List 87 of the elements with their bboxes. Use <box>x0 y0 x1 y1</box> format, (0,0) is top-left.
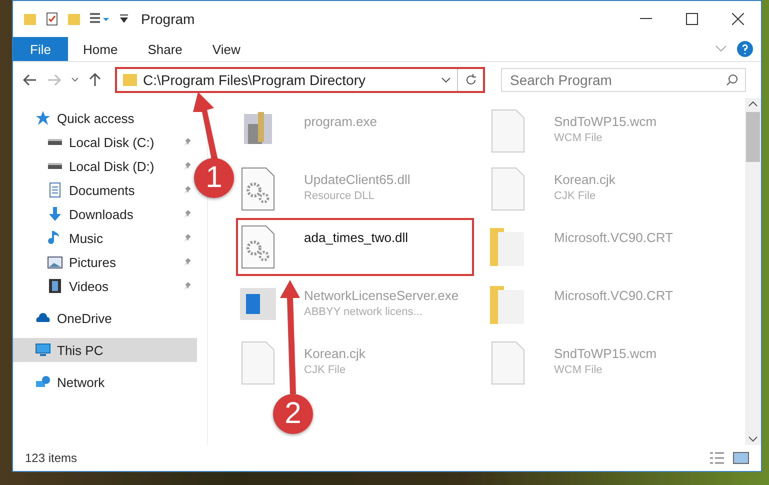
sidebar-item[interactable]: Local Disk (C:) <box>13 130 197 154</box>
sidebar-item[interactable]: Downloads <box>13 202 197 226</box>
pin-icon[interactable] <box>183 161 193 171</box>
file-name: Microsoft.VC90.CRT <box>554 288 673 303</box>
sidebar-item[interactable]: Network <box>13 370 197 394</box>
monitor-icon <box>35 342 51 358</box>
file-type: ABBYY network licens... <box>304 306 424 318</box>
scrollbar[interactable] <box>745 98 761 445</box>
sidebar-label: This PC <box>57 342 104 358</box>
large-icons-view-icon[interactable] <box>733 452 749 464</box>
file-type: CJK File <box>304 364 347 376</box>
sidebar-item[interactable]: Music <box>13 226 197 250</box>
pin-icon[interactable] <box>183 233 193 243</box>
sidebar-item[interactable]: This PC <box>13 338 197 362</box>
file-name: UpdateClient65.dll <box>304 172 410 187</box>
help-icon[interactable] <box>737 41 753 57</box>
ribbon-tab[interactable]: View <box>197 37 256 61</box>
search-icon[interactable] <box>726 74 738 86</box>
pin-icon[interactable] <box>183 281 193 291</box>
pin-icon[interactable] <box>183 137 193 147</box>
pin-icon[interactable] <box>183 257 193 267</box>
details-view-icon[interactable] <box>709 452 725 464</box>
file-name: Korean.cjk <box>554 172 616 187</box>
close-icon <box>732 13 744 25</box>
maximize-icon <box>686 13 698 25</box>
window-title: Program <box>141 11 195 27</box>
properties-icon[interactable] <box>45 12 59 26</box>
folder-icon <box>123 73 137 87</box>
scroll-up-icon[interactable] <box>748 100 758 108</box>
file-item[interactable]: ada_times_two.dll <box>236 218 474 276</box>
ribbon-tab[interactable]: Home <box>68 37 133 61</box>
back-arrow-icon <box>23 74 37 86</box>
drive-icon <box>47 162 63 170</box>
sidebar-label: OneDrive <box>57 310 113 326</box>
sidebar-item[interactable]: Pictures <box>13 250 197 274</box>
film-icon <box>47 278 63 294</box>
back-button[interactable] <box>21 72 39 88</box>
file-type: WCM File <box>554 364 604 376</box>
chevron-down-icon[interactable] <box>441 76 451 84</box>
dropdown-icon[interactable] <box>119 14 129 24</box>
scrollbar-thumb[interactable] <box>746 112 760 162</box>
search-field[interactable]: Search Program <box>501 68 746 92</box>
address-bar[interactable]: C:\Program Files\Program Directory <box>115 67 485 93</box>
scroll-down-icon[interactable] <box>748 435 758 443</box>
file-name: ada_times_two.dll <box>304 230 408 245</box>
picture-icon <box>47 254 63 270</box>
download-arrow-icon <box>47 206 63 222</box>
ribbon-tab[interactable]: Share <box>132 37 198 61</box>
document-icon <box>47 182 63 198</box>
file-type: CJK File <box>554 190 597 202</box>
sidebar-label: Quick access <box>57 110 136 126</box>
file-type: WCM File <box>554 132 604 144</box>
sidebar-item[interactable]: OneDrive <box>13 306 197 330</box>
network-icon <box>35 374 51 390</box>
sidebar-item[interactable]: Videos <box>13 274 197 298</box>
sidebar-label: Local Disk (D:) <box>69 158 156 174</box>
file-name: Microsoft.VC90.CRT <box>554 230 673 245</box>
file-tab[interactable]: File <box>13 37 68 61</box>
file-name: SndToWP15.wcm <box>554 114 657 129</box>
up-button[interactable] <box>87 71 103 89</box>
view-list-icon[interactable] <box>89 12 111 26</box>
sidebar-item[interactable]: Quick access <box>13 106 197 130</box>
pin-icon[interactable] <box>183 209 193 219</box>
up-arrow-icon <box>89 73 101 87</box>
file-name: SndToWP15.wcm <box>554 346 657 361</box>
drive-icon <box>47 138 63 146</box>
file-name: NetworkLicenseServer.exe <box>304 288 459 303</box>
address-path: C:\Program Files\Program Directory <box>143 72 366 88</box>
sidebar-item[interactable]: Local Disk (D:) <box>13 154 197 178</box>
minimize-icon <box>640 18 652 20</box>
file-type: Resource DLL <box>304 190 376 202</box>
chevron-down-icon <box>71 77 79 83</box>
sidebar-label: Documents <box>69 182 136 198</box>
star-icon <box>35 110 51 126</box>
refresh-icon <box>464 74 476 86</box>
file-name: Korean.cjk <box>304 346 366 361</box>
sidebar-label: Network <box>57 374 106 390</box>
sidebar-label: Local Disk (C:) <box>69 134 156 150</box>
sidebar-label: Pictures <box>69 254 117 270</box>
pin-icon[interactable] <box>183 185 193 195</box>
sidebar-label: Videos <box>69 278 110 294</box>
forward-arrow-icon <box>47 74 61 86</box>
file-name: program.exe <box>304 114 377 129</box>
item-count: 123 items <box>25 451 78 465</box>
sidebar-label: Music <box>69 230 104 246</box>
sidebar-item[interactable]: Documents <box>13 178 197 202</box>
sidebar-label: Downloads <box>69 206 134 222</box>
